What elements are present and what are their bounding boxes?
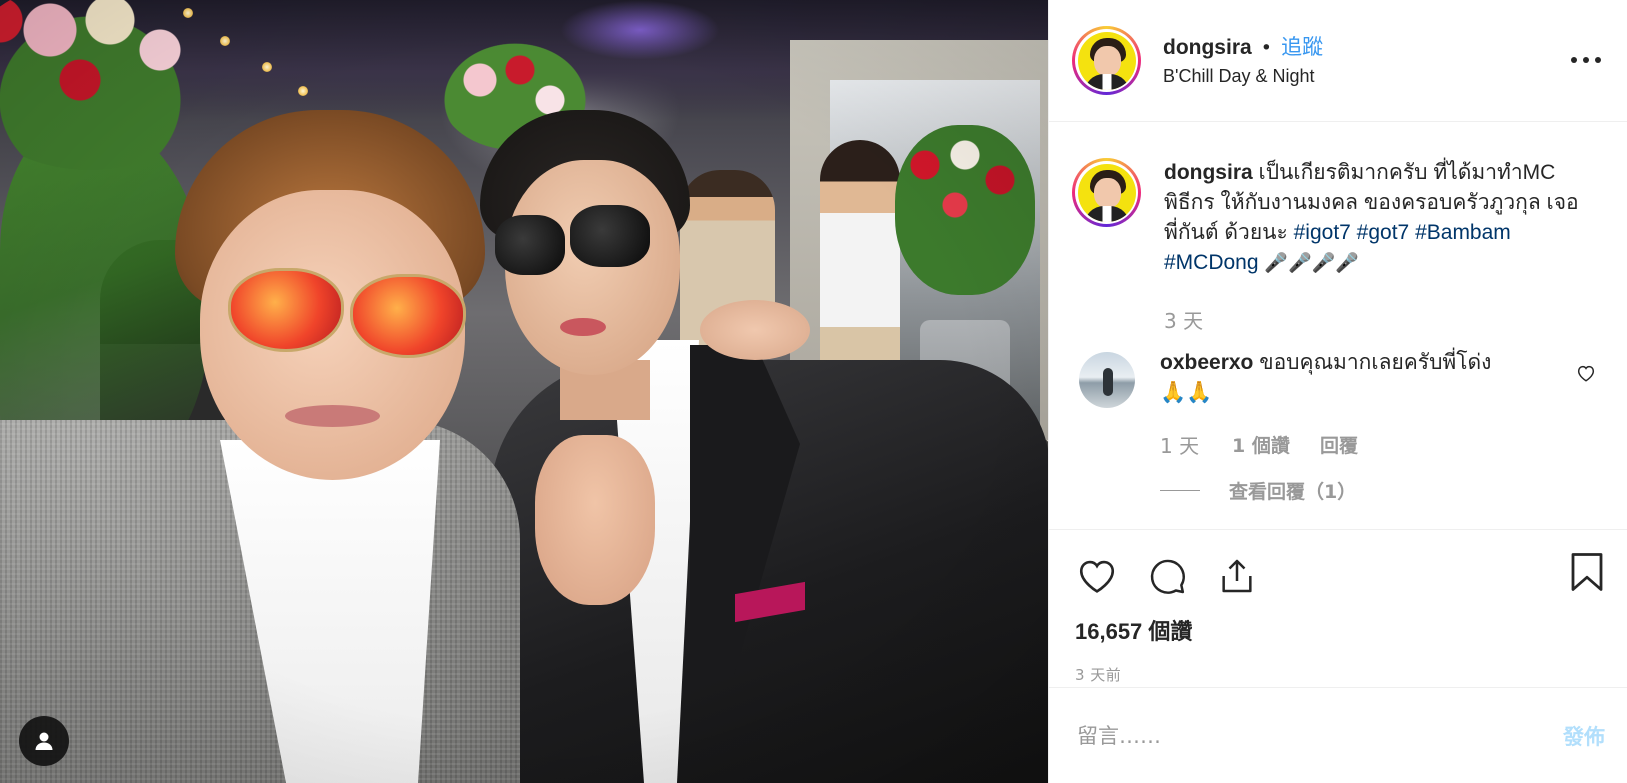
save-button[interactable] (1565, 550, 1609, 594)
caption-username-link[interactable]: dongsira (1164, 161, 1253, 184)
heart-icon (1079, 560, 1115, 593)
post-timestamp[interactable]: 3 天前 (1075, 664, 1607, 685)
bookmark-icon (1571, 553, 1603, 591)
microphone-emoji: 🎤🎤🎤🎤 (1264, 253, 1360, 274)
user-tag-button[interactable] (19, 716, 69, 766)
add-comment-bar: 發佈 (1049, 687, 1627, 783)
commenter-username-link[interactable]: oxbeerxo (1160, 351, 1253, 374)
commenter-avatar[interactable] (1079, 352, 1135, 408)
caption-author-avatar-image (1077, 163, 1136, 222)
follow-button[interactable]: 追蹤 (1281, 35, 1323, 59)
caption: dongsira เป็นเกียรติมากครับ ที่ได้มาทำMC… (1072, 158, 1603, 334)
post-comment-button[interactable]: 發佈 (1563, 721, 1605, 751)
share-icon (1222, 559, 1252, 593)
post-actions: 16,657 個讚 3 天前 (1049, 529, 1627, 687)
post-header: dongsira • 追蹤 B'Chill Day & Night (1049, 0, 1627, 122)
comments-section: dongsira เป็นเกียรติมากครับ ที่ได้มาทำMC… (1049, 122, 1627, 529)
comment-item: oxbeerxo ขอบคุณมากเลยครับพี่โด่ง 🙏🙏 1 天 … (1072, 348, 1603, 504)
post-dialog: dongsira • 追蹤 B'Chill Day & Night dongsi… (0, 0, 1627, 783)
praying-hands-emoji: 🙏🙏 (1160, 381, 1213, 404)
location-link[interactable]: B'Chill Day & Night (1163, 65, 1323, 88)
likes-count: 16,657 (1075, 619, 1143, 644)
caption-text: dongsira เป็นเกียรติมากครับ ที่ได้มาทำMC… (1164, 158, 1594, 279)
hashtag-link[interactable]: #got7 (1357, 221, 1410, 244)
separator-dot: • (1260, 36, 1272, 59)
reply-button[interactable]: 回覆 (1320, 431, 1358, 458)
view-replies-label: 查看回覆（1） (1229, 481, 1357, 503)
view-replies-button[interactable]: 查看回覆（1） (1160, 477, 1550, 504)
comment-body: oxbeerxo ขอบคุณมากเลยครับพี่โด่ง 🙏🙏 1 天 … (1160, 348, 1550, 504)
share-button[interactable] (1215, 554, 1259, 598)
action-icons-row (1075, 540, 1607, 612)
photo-vignette (0, 0, 1048, 783)
header-text: dongsira • 追蹤 B'Chill Day & Night (1163, 34, 1323, 88)
comment-button[interactable] (1145, 554, 1189, 598)
likes-count-link[interactable]: 16,657 個讚 (1075, 614, 1607, 646)
post-photo[interactable] (0, 0, 1048, 783)
post-side-panel: dongsira • 追蹤 B'Chill Day & Night dongsi… (1048, 0, 1627, 783)
caption-author-avatar[interactable] (1072, 158, 1141, 227)
hashtag-link[interactable]: #Bambam (1415, 221, 1511, 244)
more-options-icon[interactable] (1571, 48, 1601, 72)
replies-divider-line (1160, 490, 1200, 491)
like-button[interactable] (1075, 554, 1119, 598)
hashtag-link[interactable]: #MCDong (1164, 251, 1259, 274)
likes-suffix: 個讚 (1148, 619, 1193, 644)
comment-like-button[interactable] (1575, 362, 1597, 384)
comment-input[interactable] (1075, 722, 1563, 749)
user-tag-icon (35, 732, 53, 750)
comment-text: oxbeerxo ขอบคุณมากเลยครับพี่โด่ง 🙏🙏 (1160, 348, 1550, 408)
caption-timestamp[interactable]: 3 天 (1164, 305, 1594, 334)
comment-likes-link[interactable]: 1 個讚 (1232, 431, 1320, 458)
comment-icon (1150, 559, 1185, 594)
comment-message: ขอบคุณมากเลยครับพี่โด่ง (1259, 351, 1492, 374)
comment-meta: 1 天 1 個讚 回覆 (1160, 430, 1550, 459)
author-username-link[interactable]: dongsira (1163, 36, 1252, 59)
caption-body: dongsira เป็นเกียรติมากครับ ที่ได้มาทำMC… (1164, 158, 1594, 334)
author-avatar-image (1077, 31, 1136, 90)
author-avatar[interactable] (1072, 26, 1141, 95)
heart-outline-icon (1577, 365, 1595, 382)
comment-timestamp[interactable]: 1 天 (1160, 430, 1232, 459)
hashtag-link[interactable]: #igot7 (1294, 221, 1351, 244)
